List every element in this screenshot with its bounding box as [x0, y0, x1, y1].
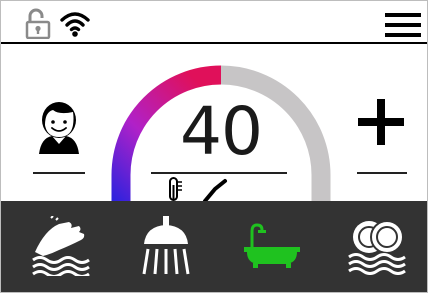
user-underline: [33, 172, 85, 174]
unlocked-padlock-icon[interactable]: [25, 7, 51, 39]
thermometer-check-icon: [169, 177, 227, 203]
shower-icon: [142, 216, 190, 275]
wifi-icon: [60, 12, 90, 37]
app-screen: 40: [0, 0, 428, 293]
mode-dishes-button[interactable]: [343, 211, 413, 281]
mode-hand-wash-button[interactable]: [25, 211, 95, 281]
hamburger-menu-icon[interactable]: [385, 13, 421, 37]
plus-icon[interactable]: [358, 99, 404, 145]
temperature-value: 40: [180, 93, 263, 170]
temperature-underline: [151, 172, 287, 174]
hand-wash-icon: [32, 216, 90, 276]
bathtub-icon: [244, 223, 300, 268]
user-avatar-icon[interactable]: [37, 97, 81, 155]
mode-shower-button[interactable]: [131, 211, 201, 281]
dishes-icon: [348, 220, 406, 275]
status-bar: [1, 1, 427, 44]
mode-bathtub-button[interactable]: [237, 211, 307, 281]
plus-underline: [357, 172, 407, 174]
